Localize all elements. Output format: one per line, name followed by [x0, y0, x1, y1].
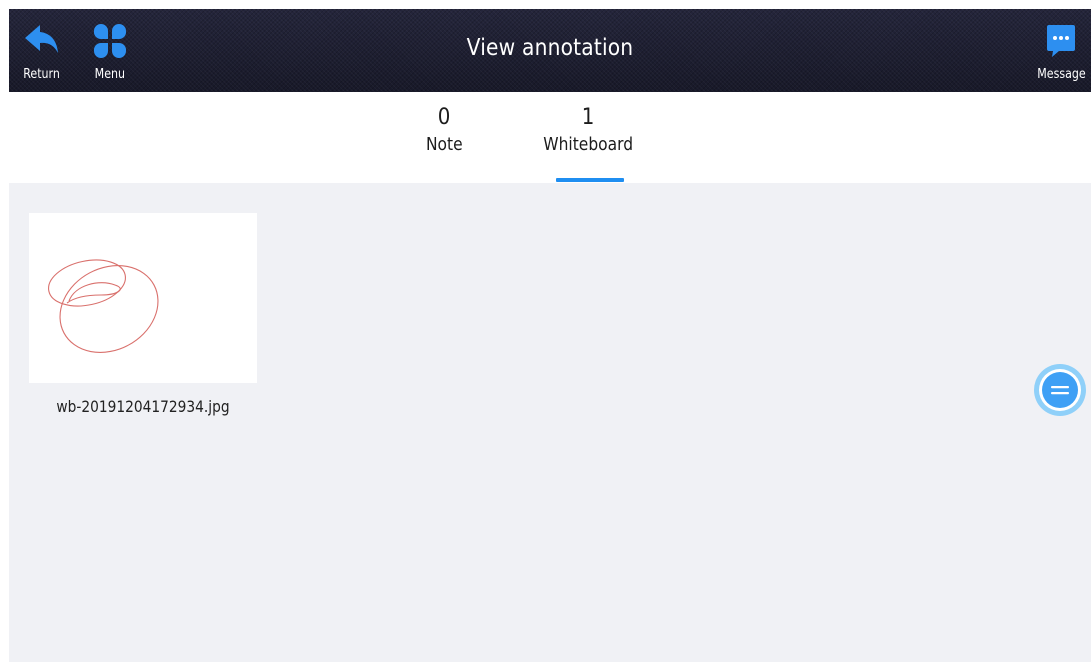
floating-menu-icon: [1034, 364, 1086, 416]
return-label: Return: [23, 67, 61, 82]
message-label: Message: [1036, 67, 1086, 82]
tab-whiteboard-label: Whiteboard: [543, 134, 633, 155]
tab-whiteboard-count: 1: [581, 105, 595, 130]
tab-bar: 0 Note 1 Whiteboard: [9, 92, 1091, 183]
return-button[interactable]: Return: [18, 9, 66, 92]
top-bar: Return Menu View annotation Message: [9, 9, 1091, 92]
floating-menu-button[interactable]: [1032, 364, 1088, 416]
active-tab-indicator: [556, 178, 624, 182]
app-window: Return Menu View annotation Message 0 No…: [0, 0, 1091, 662]
tab-note-label: Note: [425, 134, 463, 155]
menu-label: Menu: [94, 67, 126, 82]
page-title: View annotation: [466, 35, 634, 61]
tab-note-count: 0: [437, 105, 451, 130]
scribble-drawing: [48, 259, 159, 353]
message-button[interactable]: Message: [1032, 9, 1090, 92]
file-card[interactable]: wb-20191204172934.jpg: [29, 213, 257, 416]
chat-bubble-icon: [1046, 21, 1076, 61]
return-arrow-icon: [24, 21, 60, 61]
file-thumbnail[interactable]: [29, 213, 257, 383]
file-name: wb-20191204172934.jpg: [56, 397, 230, 416]
file-grid: wb-20191204172934.jpg: [9, 183, 1091, 662]
tab-note[interactable]: 0 Note: [409, 92, 479, 183]
tab-whiteboard[interactable]: 1 Whiteboard: [536, 92, 640, 183]
